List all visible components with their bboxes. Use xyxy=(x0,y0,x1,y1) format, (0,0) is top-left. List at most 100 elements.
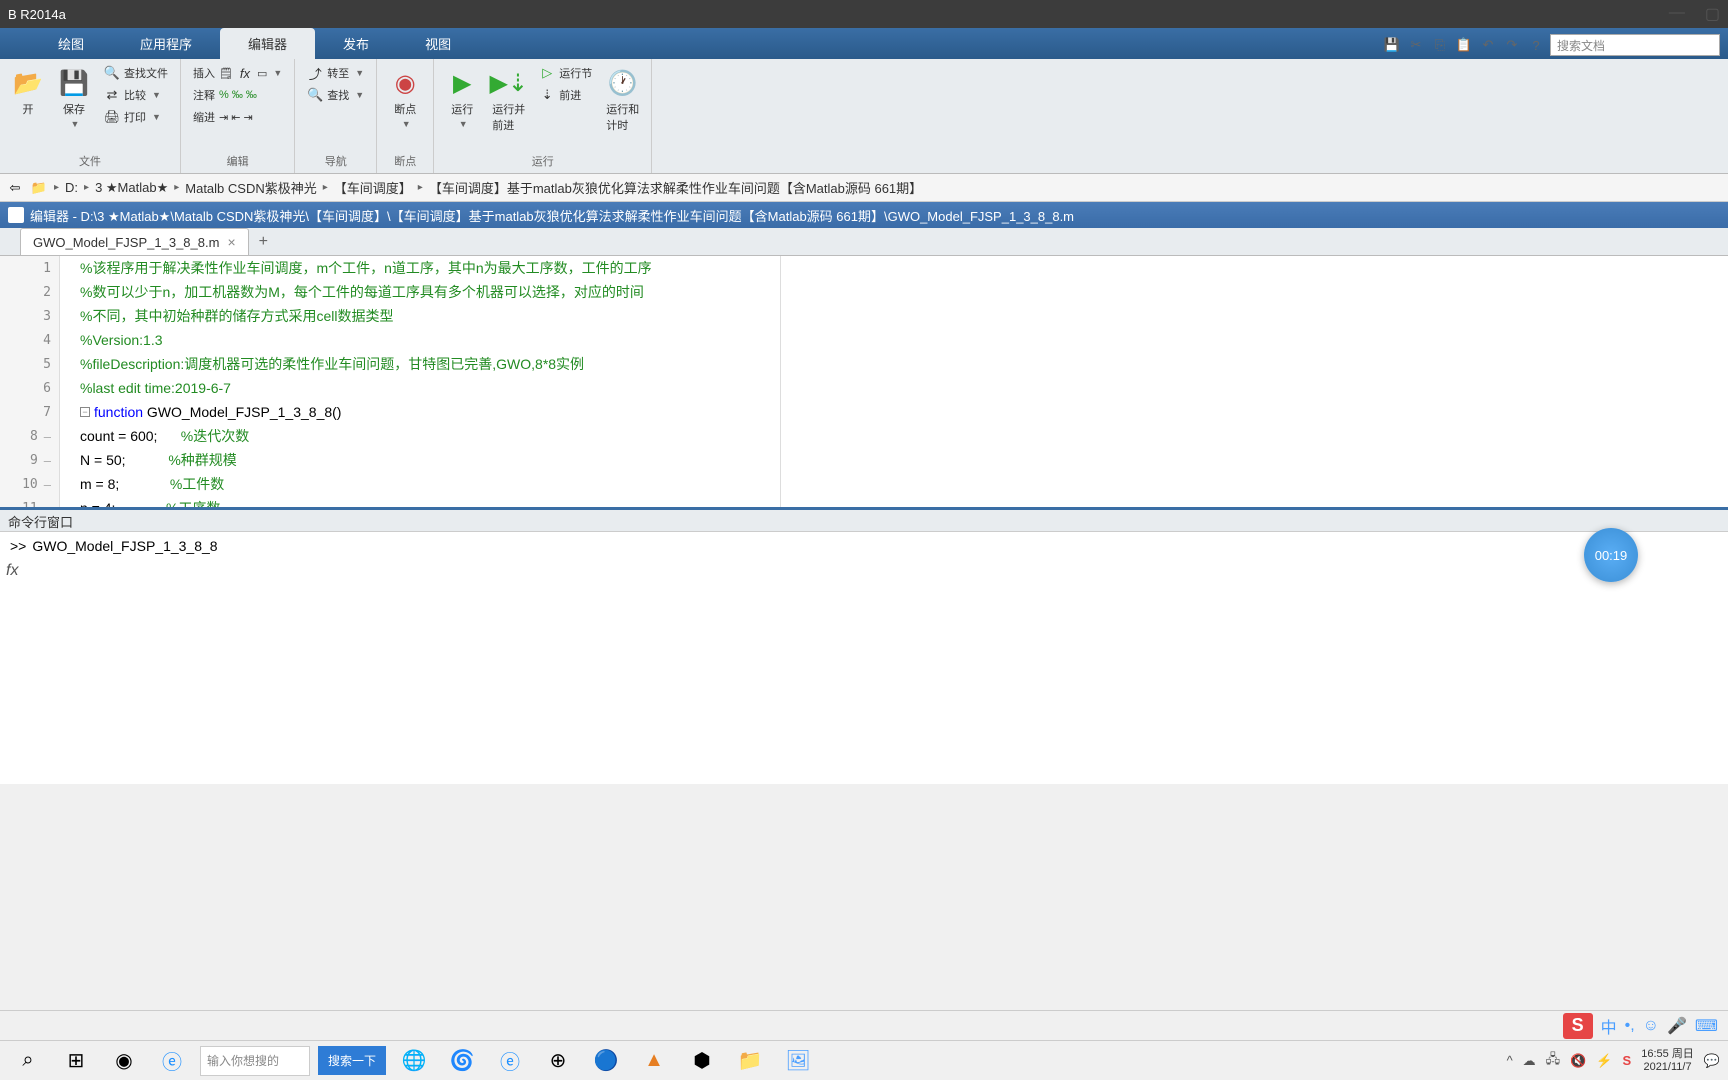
taskbar-search[interactable]: 输入你想搜的 xyxy=(200,1046,310,1076)
group-label: 编辑 xyxy=(189,151,286,169)
qa-save-icon[interactable]: 💾 xyxy=(1382,35,1402,55)
address-bar: ⇦ 📁 ▸ D: ▸ 3 ★Matlab★ ▸ Matalb CSDN紫极神光 … xyxy=(0,174,1728,202)
ime-sogou-icon[interactable]: S xyxy=(1563,1013,1593,1039)
group-label: 断点 xyxy=(385,151,425,169)
ime-emoji-icon[interactable]: ☺ xyxy=(1643,1017,1659,1035)
qa-paste-icon[interactable]: 📋 xyxy=(1454,35,1474,55)
qa-undo-icon[interactable]: ↶ xyxy=(1478,35,1498,55)
task-view-icon[interactable]: ⊞ xyxy=(56,1045,96,1077)
browser2-icon[interactable]: 🔵 xyxy=(586,1045,626,1077)
breakpoints-button[interactable]: ◉ 断点 ▼ xyxy=(385,63,425,133)
save-icon: 💾 xyxy=(58,67,90,99)
folder-icon[interactable]: 📁 xyxy=(30,179,48,197)
app2-icon[interactable]: ⬢ xyxy=(682,1045,722,1077)
tab-view[interactable]: 视图 xyxy=(397,28,479,59)
run-icon: ▶ xyxy=(446,67,478,99)
nav-back-icon[interactable]: ⇦ xyxy=(6,179,24,197)
addr-seg[interactable]: 3 ★Matlab★ xyxy=(95,180,168,196)
indent-button[interactable]: 缩进 ⇥ ⇤ ⇥ xyxy=(189,107,286,127)
qa-cut-icon[interactable]: ✂ xyxy=(1406,35,1426,55)
tray-network-icon[interactable]: 🖧 xyxy=(1546,1050,1561,1072)
tray-onedrive-icon[interactable]: ☁ xyxy=(1523,1053,1536,1069)
addr-drive[interactable]: D: xyxy=(65,180,78,195)
find-files-button[interactable]: 🔍查找文件 xyxy=(100,63,172,83)
search-docs-input[interactable]: 搜索文档 xyxy=(1550,34,1720,56)
obs-icon[interactable]: ◉ xyxy=(104,1045,144,1077)
minimize-icon[interactable]: — xyxy=(1669,4,1685,24)
code-comment: %工序数 xyxy=(115,498,220,510)
qa-redo-icon[interactable]: ↷ xyxy=(1502,35,1522,55)
search-button[interactable]: 搜索一下 xyxy=(318,1046,386,1075)
group-label: 导航 xyxy=(303,151,368,169)
ribbon-group-nav: ⤴转至▼ 🔍查找▼ 导航 xyxy=(295,59,377,173)
code-line: %last edit time:2019-6-7 xyxy=(80,380,231,396)
run-section-button[interactable]: ▷运行节 xyxy=(535,63,596,83)
photos-icon[interactable]: 🖼 xyxy=(778,1045,818,1077)
run-advance-button[interactable]: ▶⇣ 运行并 前进 xyxy=(488,63,529,137)
tray-up-icon[interactable]: ^ xyxy=(1507,1053,1513,1068)
edge-icon[interactable]: ⓔ xyxy=(490,1045,530,1077)
close-icon[interactable]: × xyxy=(227,234,235,250)
tray-ime-icon[interactable]: S xyxy=(1623,1053,1632,1068)
taskbar-clock[interactable]: 16:55 周日 2021/11/7 xyxy=(1641,1048,1694,1074)
browser-icon[interactable]: ⊕ xyxy=(538,1045,578,1077)
addr-seg[interactable]: 【车间调度】 xyxy=(334,178,412,197)
code-content[interactable]: %该程序用于解决柔性作业车间调度，m个工件，n道工序，其中n为最大工序数，工件的… xyxy=(60,256,1728,507)
breakpoint-icon: ◉ xyxy=(389,67,421,99)
add-tab-button[interactable]: + xyxy=(249,229,278,255)
window-titlebar: B R2014a xyxy=(0,0,1728,28)
ie-icon[interactable]: ⓔ xyxy=(152,1045,192,1077)
advance-button[interactable]: ⇣前进 xyxy=(535,85,596,105)
run-section-icon: ▷ xyxy=(539,65,555,81)
window-controls: — ▢ xyxy=(1669,4,1720,24)
start-search-icon[interactable]: ⌕ xyxy=(8,1045,48,1077)
taskbar: ⌕ ⊞ ◉ ⓔ 输入你想搜的 搜索一下 🌐 🌀 ⓔ ⊕ 🔵 ▲ ⬢ 📁 🖼 ^ … xyxy=(0,1040,1728,1080)
save-button[interactable]: 💾 保存 ▼ xyxy=(54,63,94,133)
quick-access-toolbar: 💾 ✂ ⎘ 📋 ↶ ↷ ? 搜索文档 xyxy=(1382,32,1720,58)
open-button[interactable]: 📂 开 xyxy=(8,63,48,121)
search-icon: 🔍 xyxy=(307,87,323,103)
ribbon-toolbar: 📂 开 💾 保存 ▼ 🔍查找文件 ⇄比较▼ 🖨打印▼ 文件 插入 🗒 fx ▭▼… xyxy=(0,59,1728,174)
command-window[interactable]: >> GWO_Model_FJSP_1_3_8_8 fx xyxy=(0,532,1728,784)
tab-editor[interactable]: 编辑器 xyxy=(220,28,315,59)
run-time-button[interactable]: 🕐 运行和 计时 xyxy=(602,63,643,137)
group-label: 文件 xyxy=(8,151,172,169)
matlab-icon[interactable]: ▲ xyxy=(634,1045,674,1077)
code-editor[interactable]: 1 2 3 4 5 6 7 8– 9– 10– 11– %该程序用于解决柔性作业… xyxy=(0,256,1728,510)
timer-badge[interactable]: 00:19 xyxy=(1584,528,1638,582)
qa-help-icon[interactable]: ? xyxy=(1526,35,1546,55)
code-text: n = 4: xyxy=(80,500,115,510)
tray-battery-icon[interactable]: ⚡ xyxy=(1596,1053,1612,1069)
insert-button[interactable]: 插入 🗒 fx ▭▼ xyxy=(189,63,286,83)
code-line: %Version:1.3 xyxy=(80,332,163,348)
addr-seg[interactable]: 【车间调度】基于matlab灰狼优化算法求解柔性作业车间问题【含Matlab源码… xyxy=(429,178,922,197)
tray-volume-icon[interactable]: 🔇 xyxy=(1570,1053,1586,1069)
notification-icon[interactable]: 💬 xyxy=(1704,1053,1720,1069)
addr-seg[interactable]: Matalb CSDN紫极神光 xyxy=(185,178,316,197)
code-text: count = 600; xyxy=(80,428,157,444)
file-tab-active[interactable]: GWO_Model_FJSP_1_3_8_8.m × xyxy=(20,228,249,255)
code-comment: %迭代次数 xyxy=(157,426,249,446)
find-button[interactable]: 🔍查找▼ xyxy=(303,85,368,105)
run-button[interactable]: ▶ 运行 ▼ xyxy=(442,63,482,133)
fx-prompt-icon: fx xyxy=(6,562,18,580)
explorer-icon[interactable]: 📁 xyxy=(730,1045,770,1077)
app-icon[interactable]: 🌐 xyxy=(394,1045,434,1077)
ime-keyboard-icon[interactable]: ⌨ xyxy=(1695,1016,1718,1036)
ime-mic-icon[interactable]: 🎤 xyxy=(1667,1016,1687,1036)
goto-button[interactable]: ⤴转至▼ xyxy=(303,63,368,83)
comment-button[interactable]: 注释 % ‰ ‰ xyxy=(189,85,286,105)
tab-plot[interactable]: 绘图 xyxy=(30,28,112,59)
qa-copy-icon[interactable]: ⎘ xyxy=(1430,35,1450,55)
ime-punct-icon[interactable]: •, xyxy=(1625,1017,1635,1035)
ribbon-group-edit: 插入 🗒 fx ▭▼ 注释 % ‰ ‰ 缩进 ⇥ ⇤ ⇥ 编辑 xyxy=(181,59,295,173)
chrome-icon[interactable]: 🌀 xyxy=(442,1045,482,1077)
tab-apps[interactable]: 应用程序 xyxy=(112,28,220,59)
compare-button[interactable]: ⇄比较▼ xyxy=(100,85,172,105)
find-files-icon: 🔍 xyxy=(104,65,120,81)
print-button[interactable]: 🖨打印▼ xyxy=(100,107,172,127)
ime-cn-icon[interactable]: 中 xyxy=(1601,1014,1617,1038)
tab-publish[interactable]: 发布 xyxy=(315,28,397,59)
maximize-icon[interactable]: ▢ xyxy=(1705,4,1720,24)
fold-icon[interactable]: − xyxy=(80,407,90,417)
